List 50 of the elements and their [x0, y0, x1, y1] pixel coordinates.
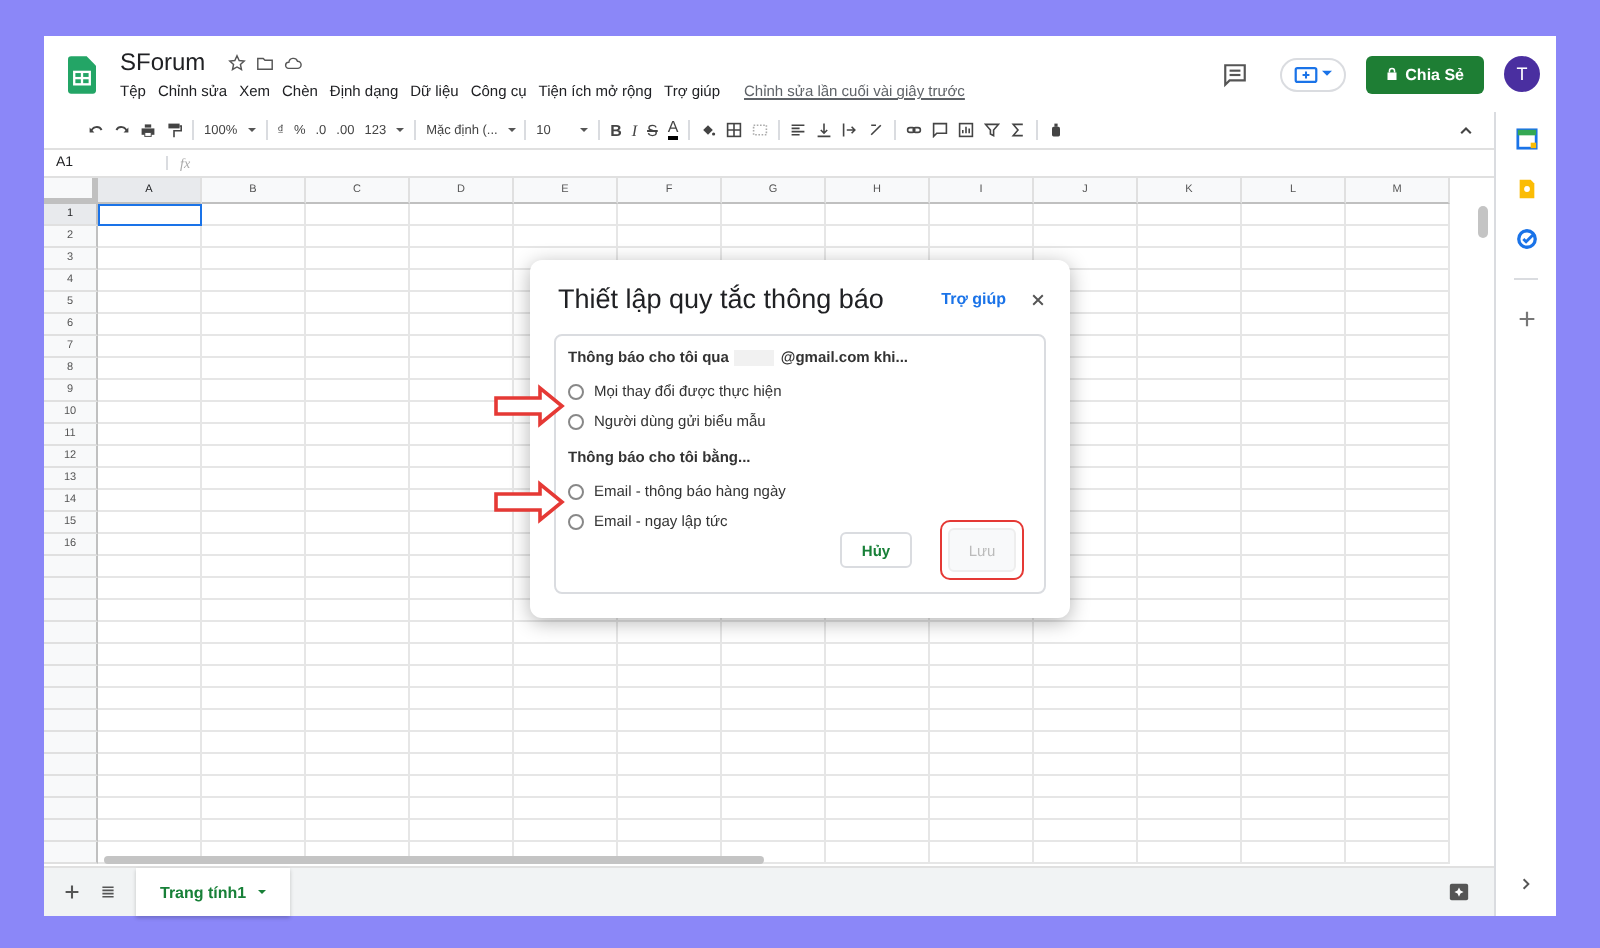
lock-icon — [1385, 66, 1398, 82]
selected-cell[interactable] — [98, 204, 202, 226]
user-avatar[interactable]: T — [1504, 56, 1540, 92]
link-icon[interactable] — [906, 122, 923, 138]
add-icon[interactable] — [1515, 308, 1537, 330]
paint-format-icon[interactable] — [166, 122, 182, 138]
calendar-icon[interactable] — [1515, 128, 1537, 150]
menu-icon[interactable] — [100, 884, 116, 900]
filter-icon[interactable] — [984, 122, 1001, 138]
redo-icon[interactable] — [114, 122, 130, 138]
align-icon[interactable] — [790, 122, 807, 138]
sheets-logo-icon[interactable] — [68, 55, 96, 93]
comment-icon[interactable] — [932, 122, 949, 138]
cloud-icon[interactable] — [283, 53, 302, 71]
undo-icon[interactable] — [88, 122, 104, 138]
borders-icon[interactable] — [726, 122, 743, 138]
text-color-button[interactable]: A — [667, 120, 679, 140]
document-title[interactable]: SForum — [120, 48, 206, 76]
share-button[interactable]: Chia Sẻ — [1365, 55, 1484, 93]
radio-button[interactable] — [568, 483, 584, 499]
italic-button[interactable]: I — [631, 121, 638, 139]
print-icon[interactable] — [140, 122, 156, 138]
scrollbar-thumb[interactable] — [1478, 206, 1488, 238]
collapse-icon[interactable] — [1458, 122, 1474, 138]
sum-icon[interactable] — [1010, 122, 1027, 138]
present-button[interactable] — [1279, 57, 1346, 91]
add-sheet-icon[interactable] — [64, 884, 80, 900]
present-icon — [1293, 65, 1318, 83]
tasks-icon[interactable] — [1515, 228, 1537, 250]
explore-icon[interactable] — [1448, 881, 1470, 903]
chart-icon[interactable] — [958, 122, 975, 138]
wrap-icon[interactable] — [842, 122, 859, 138]
dialog-title: Thiết lập quy tắc thông báo — [558, 284, 884, 314]
sheet-tab[interactable]: Trang tính1 — [136, 868, 291, 916]
rotate-icon[interactable] — [868, 122, 885, 138]
comment-icon[interactable] — [1221, 61, 1248, 87]
caret-icon — [1321, 70, 1332, 78]
star-icon[interactable] — [227, 53, 246, 71]
fill-color-icon[interactable] — [700, 122, 717, 138]
strikethrough-button[interactable]: S — [647, 121, 658, 139]
radio-button[interactable] — [568, 513, 584, 529]
radio-button[interactable] — [568, 383, 584, 399]
folder-icon[interactable] — [255, 53, 274, 71]
merge-cells-icon[interactable] — [752, 122, 769, 138]
vertical-align-icon[interactable] — [816, 122, 833, 138]
close-icon[interactable] — [1030, 291, 1046, 307]
chevron-right-icon[interactable] — [1518, 876, 1534, 892]
radio-button[interactable] — [568, 413, 584, 429]
help-link[interactable]: Trợ giúp — [941, 290, 1006, 308]
bold-button[interactable]: B — [610, 121, 622, 139]
